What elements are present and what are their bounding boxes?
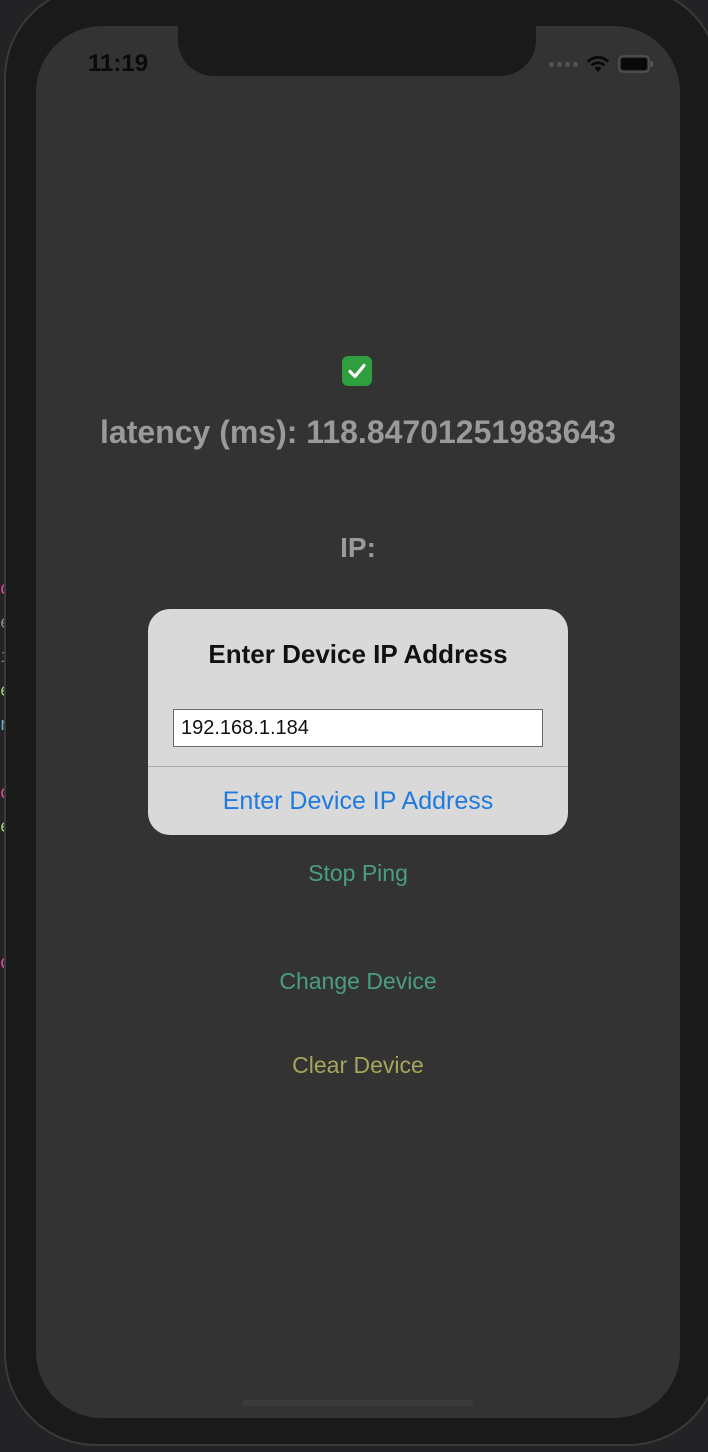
status-icons: [549, 52, 654, 76]
stop-ping-button[interactable]: Stop Ping: [36, 860, 680, 887]
status-time: 11:19: [88, 50, 149, 77]
latency-value: 118.84701251983643: [306, 414, 616, 450]
check-mark-icon: [342, 356, 372, 386]
wifi-icon: [586, 55, 610, 73]
home-indicator[interactable]: [242, 1400, 474, 1406]
latency-label: latency (ms):: [100, 414, 298, 450]
ip-address-input[interactable]: [173, 709, 543, 747]
ip-label: IP:: [340, 532, 376, 563]
change-device-button[interactable]: Change Device: [36, 968, 680, 995]
alert-title: Enter Device IP Address: [208, 639, 508, 669]
battery-icon: [618, 55, 654, 73]
device-notch: [178, 26, 536, 76]
clear-device-button[interactable]: Clear Device: [36, 1052, 680, 1079]
cellular-signal-icon: [549, 61, 578, 67]
ip-address-alert: Enter Device IP Address Enter Device IP …: [148, 609, 568, 835]
app-screen: 11:19 latency (ms): 118.84701251983643 I…: [36, 26, 680, 1418]
latency-readout: latency (ms): 118.84701251983643: [36, 414, 680, 451]
enter-ip-address-button[interactable]: Enter Device IP Address: [148, 767, 568, 835]
